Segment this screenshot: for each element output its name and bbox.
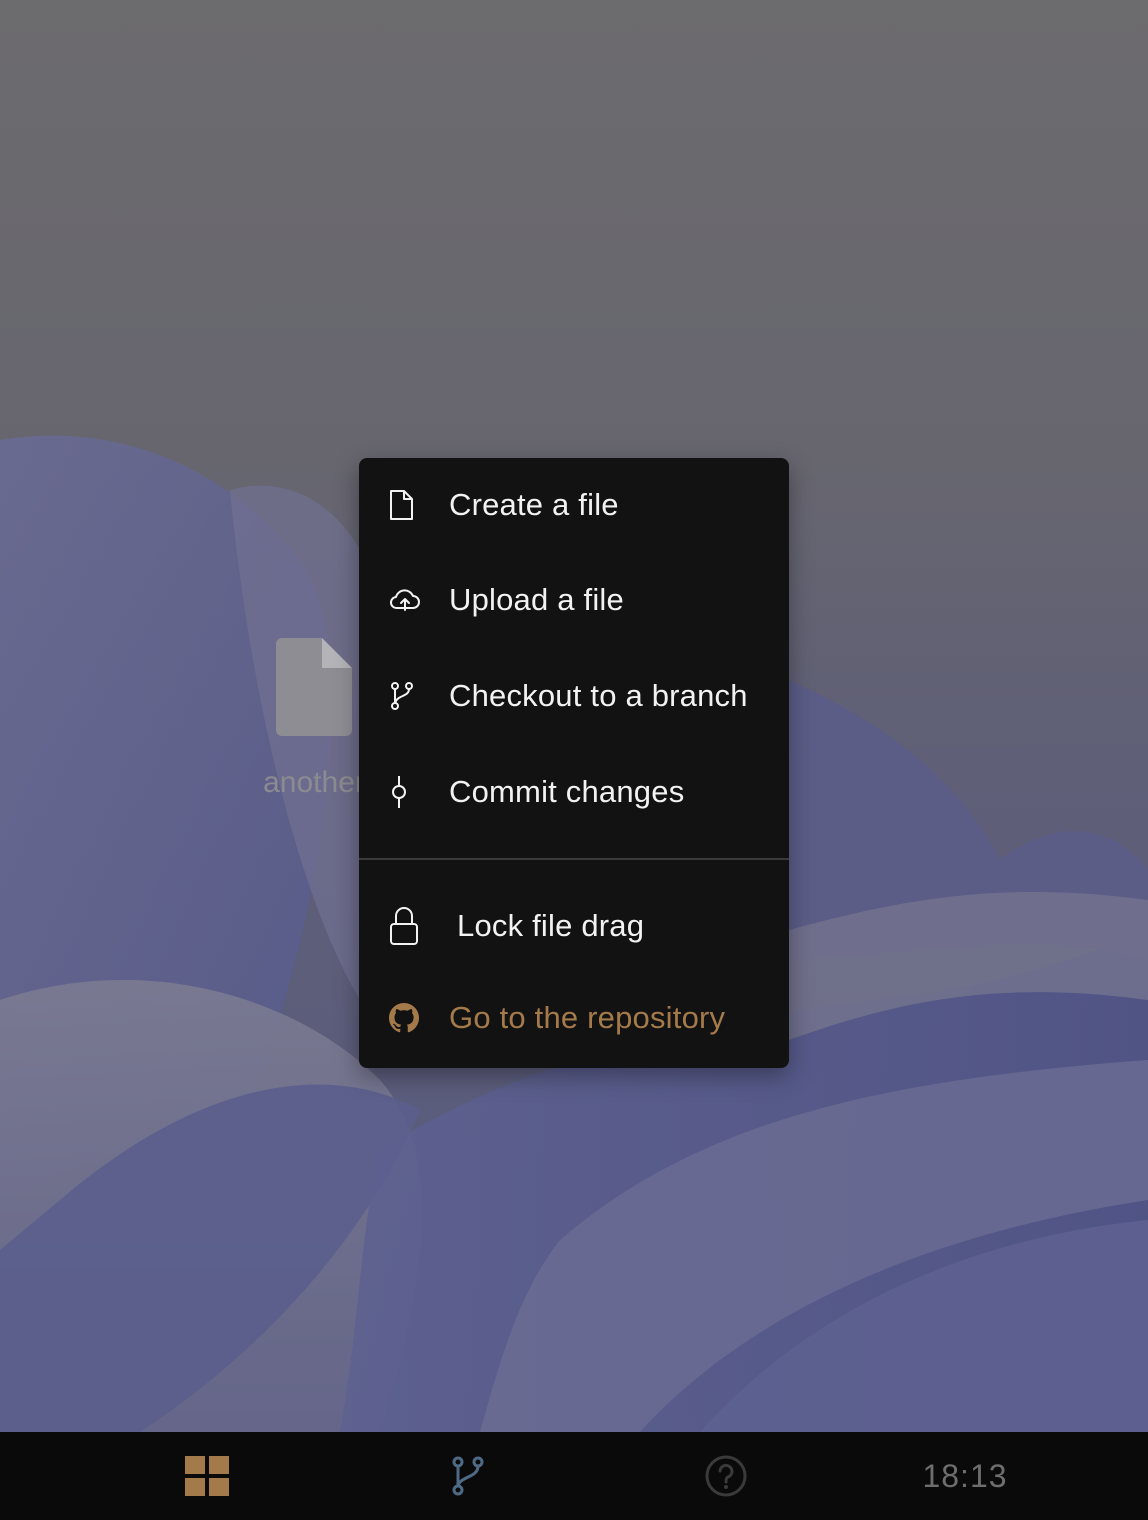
taskbar-clock: 18:13 [922, 1457, 1008, 1494]
file-icon [389, 490, 437, 520]
menu-item-upload-file[interactable]: Upload a file [359, 552, 789, 648]
help-circle-icon [705, 1455, 747, 1497]
start-button[interactable] [166, 1432, 248, 1520]
menu-item-go-to-repository[interactable]: Go to the repository [359, 970, 789, 1066]
desktop-file-label: another [263, 766, 365, 799]
git-button[interactable] [428, 1432, 508, 1520]
menu-item-label: Checkout to a branch [449, 678, 748, 713]
menu-item-checkout-branch[interactable]: Checkout to a branch [359, 648, 789, 744]
menu-item-label: Create a file [449, 487, 619, 522]
menu-item-label: Upload a file [449, 582, 624, 617]
context-menu: Create a file Upload a file Checkout to … [359, 458, 789, 1068]
lock-icon [389, 906, 437, 946]
menu-item-lock-file-drag[interactable]: Lock file drag [359, 878, 789, 974]
github-icon [389, 1003, 437, 1033]
menu-item-create-file[interactable]: Create a file [359, 458, 789, 552]
git-branch-icon [389, 681, 437, 711]
menu-divider [359, 858, 789, 860]
taskbar: 18:13 [0, 1432, 1148, 1520]
help-button[interactable] [686, 1432, 766, 1520]
menu-item-commit-changes[interactable]: Commit changes [359, 744, 789, 840]
menu-item-label: Lock file drag [457, 908, 645, 943]
git-commit-icon [389, 776, 437, 808]
cloud-upload-icon [389, 588, 437, 612]
menu-item-label: Go to the repository [449, 1000, 726, 1035]
file-icon [276, 638, 352, 736]
grid-icon [185, 1456, 229, 1496]
menu-item-label: Commit changes [449, 774, 685, 809]
desktop-screen: another README.md Create a file Upload a… [0, 0, 1148, 1520]
git-branch-icon [452, 1456, 484, 1496]
